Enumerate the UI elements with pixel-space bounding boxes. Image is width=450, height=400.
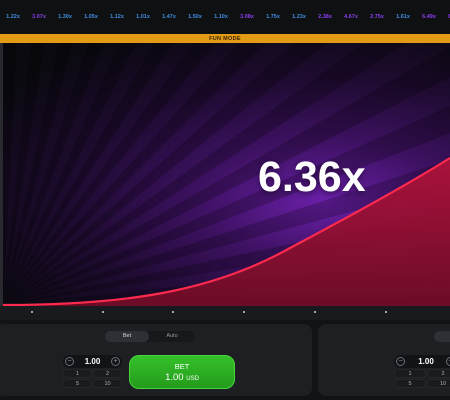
fun-mode-label: FUN MODE [209, 35, 241, 42]
quick-amount-10[interactable]: 10 [427, 379, 450, 388]
fun-mode-banner: FUN MODE [0, 34, 450, 43]
game-canvas: 6.36x [0, 43, 450, 316]
history-multiplier: 6.49x [422, 14, 436, 20]
bet-button-amount: 1.00 USD [130, 372, 234, 383]
quick-amount-1[interactable]: 1 [63, 369, 92, 378]
multiplier-history: 1.22x 3.07x 1.30x 1.05x 1.12x 1.01x 1.47x 1.50x… [0, 0, 450, 34]
time-tick [172, 311, 174, 313]
crash-game-app: 1.22x 3.07x 1.30x 1.05x 1.12x 1.01x 1.47x 1.50x… [0, 0, 450, 400]
bet-mode-tabs [434, 331, 450, 342]
bet-amount-value[interactable]: 1.00 [75, 355, 110, 368]
quick-amount-5[interactable]: 5 [63, 379, 92, 388]
quick-amount-1[interactable]: 1 [394, 369, 426, 378]
history-multiplier: 6.81x [442, 0, 450, 34]
time-tick [102, 311, 104, 313]
history-multiplier: 1.23x [292, 14, 306, 20]
current-multiplier: 6.36x [258, 153, 366, 201]
quick-amount-5[interactable]: 5 [394, 379, 426, 388]
history-multiplier: 1.12x [110, 14, 124, 20]
game-graphics [2, 43, 450, 316]
history-multiplier: 1.22x [6, 14, 20, 20]
history-multiplier: 1.75x [266, 14, 280, 20]
history-multiplier: 1.01x [136, 14, 150, 20]
tab-bet[interactable] [434, 331, 450, 342]
bet-panels: Bet Auto − 1.00 + 1 2 5 10 BET 1.00 USD [0, 320, 450, 400]
history-multiplier: 1.50x [188, 14, 202, 20]
minus-circle-icon[interactable]: − [396, 357, 405, 366]
quick-amount-2[interactable]: 2 [93, 369, 122, 378]
history-multiplier: 1.61x [396, 14, 410, 20]
time-tick [385, 311, 387, 313]
time-tick [31, 311, 33, 313]
history-multiplier: 4.67x [344, 14, 358, 20]
history-multiplier: 1.05x [84, 14, 98, 20]
history-multiplier: 1.30x [58, 14, 72, 20]
plus-circle-icon[interactable]: + [111, 357, 120, 366]
quick-amount-10[interactable]: 10 [93, 379, 122, 388]
time-tick [314, 311, 316, 313]
bet-panel-1: Bet Auto − 1.00 + 1 2 5 10 BET 1.00 USD [0, 324, 312, 396]
time-tick [243, 311, 245, 313]
history-multiplier: 3.08x [240, 14, 254, 20]
history-multiplier: 2.38x [318, 14, 332, 20]
bet-panel-2: − 1.00 + 1 2 5 10 [318, 324, 450, 396]
bet-amount-stepper: − 1.00 + [63, 355, 122, 368]
tab-bet[interactable]: Bet [105, 331, 149, 342]
y-axis [0, 43, 3, 311]
bet-amount-stepper: − 1.00 + [394, 355, 450, 368]
history-multiplier: 1.10x [214, 14, 228, 20]
minus-circle-icon[interactable]: − [65, 357, 74, 366]
bet-amount-text: 1.00 [165, 372, 184, 383]
history-multiplier: 3.07x [32, 14, 46, 20]
bet-button-label: BET [174, 362, 190, 371]
quick-amount-2[interactable]: 2 [427, 369, 450, 378]
history-multiplier: 1.47x [162, 14, 176, 20]
bet-amount-value[interactable]: 1.00 [408, 355, 444, 368]
bet-mode-tabs: Bet Auto [105, 331, 195, 342]
bet-button[interactable]: BET 1.00 USD [129, 355, 235, 389]
history-multiplier: 2.75x [370, 14, 384, 20]
tab-auto[interactable]: Auto [149, 331, 195, 342]
currency-label: USD [186, 376, 199, 382]
plus-circle-icon[interactable]: + [446, 357, 450, 366]
time-axis [0, 306, 450, 320]
